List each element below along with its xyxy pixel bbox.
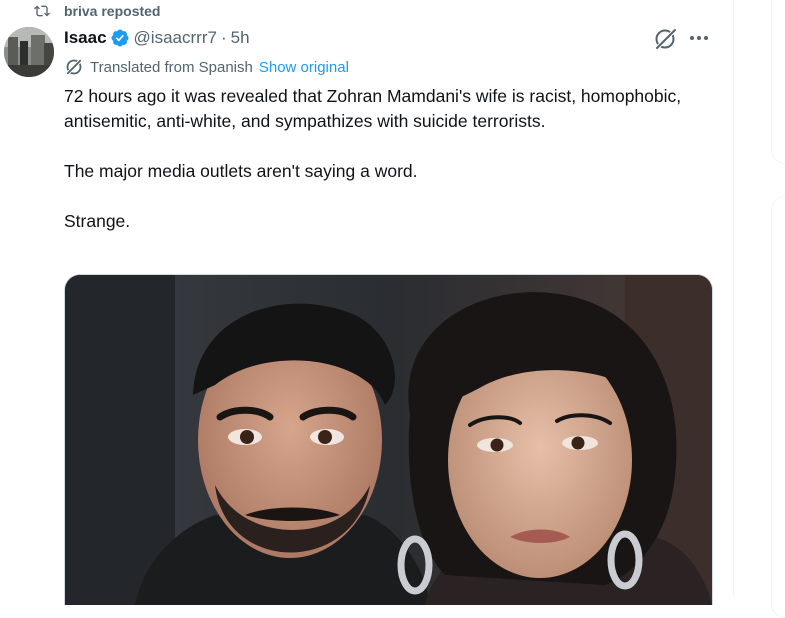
author-name[interactable]: Isaac	[64, 28, 107, 48]
tweet-paragraph: 72 hours ago it was revealed that Zohran…	[64, 86, 682, 131]
grok-icon	[654, 27, 678, 51]
sidebar-card	[771, 0, 785, 164]
avatar[interactable]	[4, 27, 54, 77]
translation-label: Translated from Spanish	[90, 58, 253, 76]
tweet-paragraph: Strange.	[64, 211, 131, 231]
repost-label: briva reposted	[64, 3, 161, 19]
author-handle[interactable]: @isaacrrr7	[134, 28, 217, 48]
translation-row: Translated from Spanish Show original	[64, 57, 349, 77]
photo-image	[65, 275, 712, 605]
sidebar-card	[771, 196, 785, 618]
translate-icon	[65, 58, 83, 76]
timestamp[interactable]: 5h	[231, 28, 250, 48]
tweet-media-photo[interactable]	[64, 274, 713, 605]
verified-badge-icon	[111, 29, 129, 47]
tweet-paragraph: The major media outlets aren't saying a …	[64, 161, 418, 181]
show-original-link[interactable]: Show original	[259, 59, 349, 76]
tweet-text: 72 hours ago it was revealed that Zohran…	[64, 84, 704, 234]
more-button[interactable]	[688, 28, 710, 48]
avatar-image	[4, 27, 54, 77]
grok-button[interactable]	[652, 26, 680, 52]
timeline: briva reposted Isaac @isaacrrr7 · 5h Tra…	[0, 0, 733, 605]
meta-separator: ·	[220, 28, 227, 47]
column-divider	[733, 0, 734, 596]
repost-icon	[34, 5, 50, 17]
more-icon	[690, 36, 708, 40]
tweet-header: Isaac @isaacrrr7 · 5h	[64, 27, 250, 49]
repost-indicator[interactable]: briva reposted	[34, 1, 160, 21]
